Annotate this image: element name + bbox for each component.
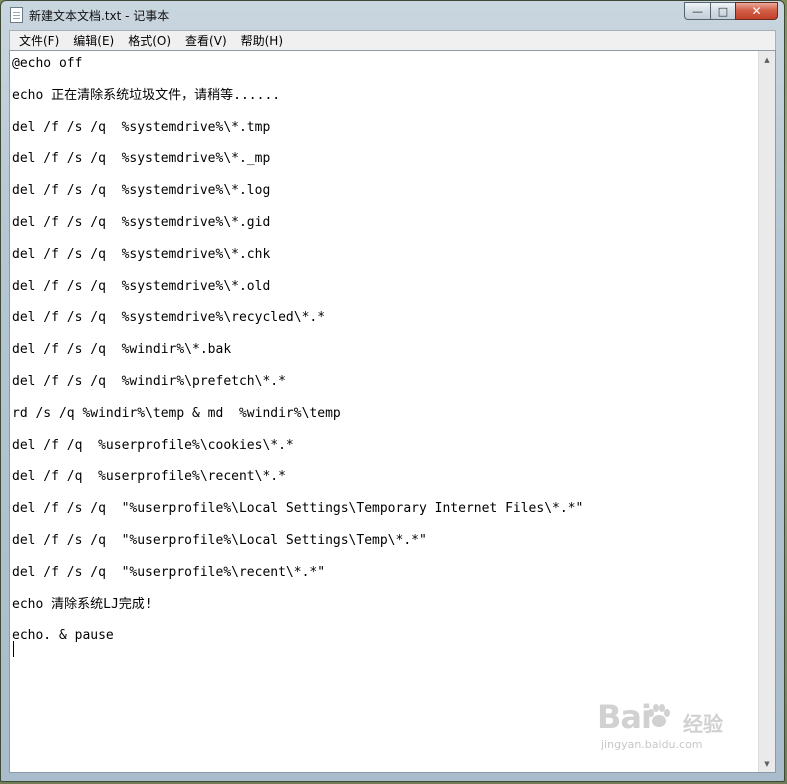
menu-format[interactable]: 格式(O): [121, 32, 178, 50]
text-area[interactable]: @echo off echo 正在清除系统垃圾文件，请稍等...... del …: [10, 51, 758, 772]
text-line: echo 清除系统LJ完成!: [12, 596, 153, 612]
watermark-logo: Bai: [597, 698, 652, 736]
close-button[interactable]: ✕: [735, 2, 778, 20]
text-line: rd /s /q %windir%\temp & md %windir%\tem…: [12, 405, 341, 421]
text-line: del /f /s /q %windir%\*.bak: [12, 342, 232, 358]
menu-file[interactable]: 文件(F): [12, 32, 66, 50]
watermark-url: jingyan.baidu.com: [601, 738, 703, 751]
scroll-up-arrow-icon[interactable]: ▲: [759, 51, 775, 68]
text-line: del /f /s /q %windir%\prefetch\*.*: [12, 373, 286, 389]
text-line: echo 正在清除系统垃圾文件，请稍等......: [12, 87, 281, 103]
text-line: echo. & pause: [12, 628, 114, 644]
text-line: del /f /s /q "%userprofile%\Local Settin…: [12, 532, 427, 548]
title-bar[interactable]: 新建文本文档.txt - 记事本 — □ ✕: [1, 1, 784, 29]
menu-help[interactable]: 帮助(H): [234, 32, 290, 50]
text-caret: [13, 641, 14, 657]
text-editor[interactable]: @echo off echo 正在清除系统垃圾文件，请稍等...... del …: [9, 50, 776, 773]
maximize-button[interactable]: □: [710, 2, 735, 20]
text-line: @echo off: [12, 56, 83, 71]
scroll-down-arrow-icon[interactable]: ▼: [759, 755, 775, 772]
text-line: del /f /q %userprofile%\recent\*.*: [12, 469, 286, 485]
text-line: del /f /s /q %systemdrive%\*.chk: [12, 246, 271, 262]
notepad-window: 新建文本文档.txt - 记事本 — □ ✕ 文件(F) 编辑(E) 格式(O)…: [0, 0, 785, 782]
text-line: del /f /q %userprofile%\cookies\*.*: [12, 437, 294, 453]
menu-view[interactable]: 查看(V): [178, 32, 234, 50]
baidu-jingyan-watermark: Bai 经验 jingyan.baidu.com: [597, 698, 747, 754]
notepad-icon[interactable]: [10, 7, 23, 23]
window-controls: — □ ✕: [684, 2, 778, 20]
text-line: del /f /s /q %systemdrive%\*.gid: [12, 214, 271, 230]
text-line: del /f /s /q %systemdrive%\*.old: [12, 278, 271, 294]
minimize-button[interactable]: —: [684, 2, 710, 20]
text-line: del /f /s /q %systemdrive%\*.tmp: [12, 119, 271, 135]
text-line: del /f /s /q %systemdrive%\*._mp: [12, 151, 271, 167]
text-line: del /f /s /q "%userprofile%\Local Settin…: [12, 501, 584, 517]
text-line: del /f /s /q %systemdrive%\recycled\*.*: [12, 310, 326, 326]
text-line: del /f /s /q %systemdrive%\*.log: [12, 183, 271, 199]
menu-edit[interactable]: 编辑(E): [66, 32, 121, 50]
watermark-suffix: 经验: [683, 712, 723, 736]
window-title: 新建文本文档.txt - 记事本: [29, 9, 170, 23]
menu-bar: 文件(F) 编辑(E) 格式(O) 查看(V) 帮助(H): [9, 30, 776, 50]
paw-icon: [648, 704, 670, 727]
text-line: del /f /s /q "%userprofile%\recent\*.*": [12, 564, 326, 580]
vertical-scrollbar[interactable]: ▲ ▼: [758, 51, 775, 772]
